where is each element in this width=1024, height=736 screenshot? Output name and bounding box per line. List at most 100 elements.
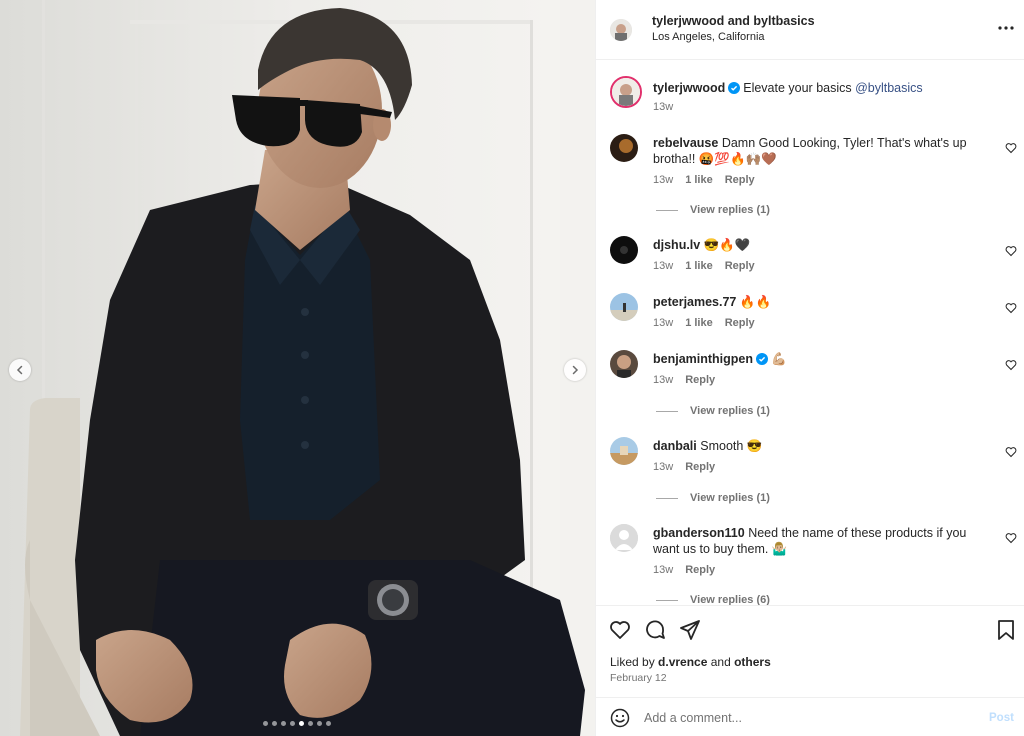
add-comment-input[interactable] — [644, 707, 964, 729]
carousel-dot — [272, 721, 277, 726]
comment-likes[interactable]: 1 like — [685, 260, 713, 272]
heart-icon[interactable] — [1005, 359, 1017, 371]
comment-username[interactable]: gbanderson110 — [653, 526, 745, 540]
view-replies-button[interactable]: View replies (1) — [656, 405, 770, 417]
reply-dash — [656, 497, 678, 499]
heart-icon[interactable] — [608, 618, 632, 642]
carousel-next-button[interactable] — [564, 359, 586, 381]
carousel-dot — [290, 721, 295, 726]
comment-time[interactable]: 13w — [653, 317, 673, 329]
view-replies-button[interactable]: View replies (1) — [656, 204, 770, 216]
carousel-dot — [317, 721, 322, 726]
comment-meta: 13w Reply — [653, 564, 727, 576]
comment-time[interactable]: 13w — [653, 174, 673, 186]
caption-text: tylerjwwood Elevate your basics @byltbasi… — [653, 80, 983, 96]
carousel-dot — [308, 721, 313, 726]
post-authors[interactable]: tylerjwwood and byltbasics — [652, 14, 815, 28]
comment-meta: 13w 1 like Reply — [653, 317, 767, 329]
comment-text: rebelvause Damn Good Looking, Tyler! Tha… — [653, 135, 983, 167]
caption-body: Elevate your basics — [743, 81, 856, 95]
commenter-avatar[interactable] — [610, 236, 638, 264]
comment-meta: 13w Reply — [653, 374, 727, 386]
comment-time[interactable]: 13w — [653, 374, 673, 386]
carousel-prev-button[interactable] — [9, 359, 31, 381]
reply-button[interactable]: Reply — [725, 174, 755, 186]
reply-dash — [656, 599, 678, 601]
comment-text: djshu.lv 😎🔥🖤 — [653, 237, 983, 253]
comment-username[interactable]: djshu.lv — [653, 238, 700, 252]
comment-meta: 13w Reply — [653, 461, 727, 473]
comments-list: tylerjwwood Elevate your basics @byltbasi… — [596, 61, 1024, 605]
commenter-avatar[interactable] — [610, 134, 638, 162]
chevron-right-icon — [572, 365, 579, 375]
comment-text: danbali Smooth 😎 — [653, 438, 983, 454]
share-icon[interactable] — [678, 618, 702, 642]
chevron-left-icon — [16, 365, 23, 375]
view-replies-button[interactable]: View replies (6) — [656, 594, 770, 605]
commenter-avatar[interactable] — [610, 524, 638, 552]
heart-icon[interactable] — [1005, 532, 1017, 544]
carousel-dot — [326, 721, 331, 726]
reply-button[interactable]: Reply — [685, 374, 715, 386]
commenter-avatar[interactable] — [610, 293, 638, 321]
heart-icon[interactable] — [1005, 142, 1017, 154]
heart-icon[interactable] — [1005, 245, 1017, 257]
post-actions: Liked by d.vrence and others February 12 — [596, 605, 1024, 697]
comment-text: benjaminthigpen 💪🏼 — [653, 351, 983, 367]
view-replies-label: View replies (1) — [690, 405, 770, 417]
post-side-panel: tylerjwwood and byltbasics Los Angeles, … — [595, 0, 1024, 736]
comment-time[interactable]: 13w — [653, 461, 673, 473]
comment-username[interactable]: danbali — [653, 439, 697, 453]
comment-username[interactable]: peterjames.77 — [653, 295, 736, 309]
post-comment-button[interactable]: Post — [989, 712, 1014, 724]
reply-dash — [656, 209, 678, 211]
reply-dash — [656, 410, 678, 412]
caption-avatar[interactable] — [610, 76, 642, 108]
commenter-avatar[interactable] — [610, 350, 638, 378]
verified-badge-icon — [756, 353, 768, 365]
carousel-dot-active — [299, 721, 304, 726]
carousel-dot — [281, 721, 286, 726]
author-avatar[interactable] — [610, 19, 632, 41]
comment-body: 🔥🔥 — [739, 295, 772, 309]
commenter-avatar[interactable] — [610, 437, 638, 465]
bookmark-icon[interactable] — [994, 618, 1018, 642]
view-replies-button[interactable]: View replies (1) — [656, 492, 770, 504]
comment-body: 💪🏼 — [771, 352, 787, 366]
reply-button[interactable]: Reply — [685, 461, 715, 473]
comment-time[interactable]: 13w — [653, 260, 673, 272]
comment-body: 😎🔥🖤 — [703, 238, 751, 252]
add-comment-bar: Post — [596, 697, 1024, 736]
heart-icon[interactable] — [1005, 302, 1017, 314]
carousel-dots — [263, 721, 331, 726]
instagram-post-view: tylerjwwood and byltbasics Los Angeles, … — [0, 0, 1024, 736]
verified-badge-icon — [728, 82, 741, 94]
reply-button[interactable]: Reply — [685, 564, 715, 576]
comment-username[interactable]: rebelvause — [653, 136, 718, 150]
view-replies-label: View replies (6) — [690, 594, 770, 605]
post-photo — [0, 0, 595, 736]
liked-by: Liked by d.vrence and others — [610, 655, 771, 669]
view-replies-label: View replies (1) — [690, 492, 770, 504]
liked-prefix: Liked by — [610, 655, 659, 669]
caption-time[interactable]: 13w — [653, 101, 673, 113]
emoji-icon[interactable] — [610, 708, 630, 728]
comment-icon[interactable] — [643, 618, 667, 642]
comment-username[interactable]: benjaminthigpen — [653, 352, 753, 366]
comment-likes[interactable]: 1 like — [685, 174, 713, 186]
reply-button[interactable]: Reply — [725, 260, 755, 272]
heart-icon[interactable] — [1005, 446, 1017, 458]
post-location[interactable]: Los Angeles, California — [652, 31, 765, 43]
comment-likes[interactable]: 1 like — [685, 317, 713, 329]
comment-text: gbanderson110 Need the name of these pro… — [653, 525, 983, 557]
liked-others[interactable]: others — [734, 655, 771, 669]
comment-body: Smooth 😎 — [700, 439, 763, 453]
liked-user[interactable]: d.vrence — [658, 655, 707, 669]
post-date[interactable]: February 12 — [610, 672, 667, 684]
reply-button[interactable]: Reply — [725, 317, 755, 329]
more-horizontal-icon[interactable] — [996, 20, 1016, 36]
comment-time[interactable]: 13w — [653, 564, 673, 576]
caption-username[interactable]: tylerjwwood — [653, 81, 725, 95]
caption-mention[interactable]: @byltbasics — [855, 81, 923, 95]
comment-meta: 13w 1 like Reply — [653, 260, 767, 272]
